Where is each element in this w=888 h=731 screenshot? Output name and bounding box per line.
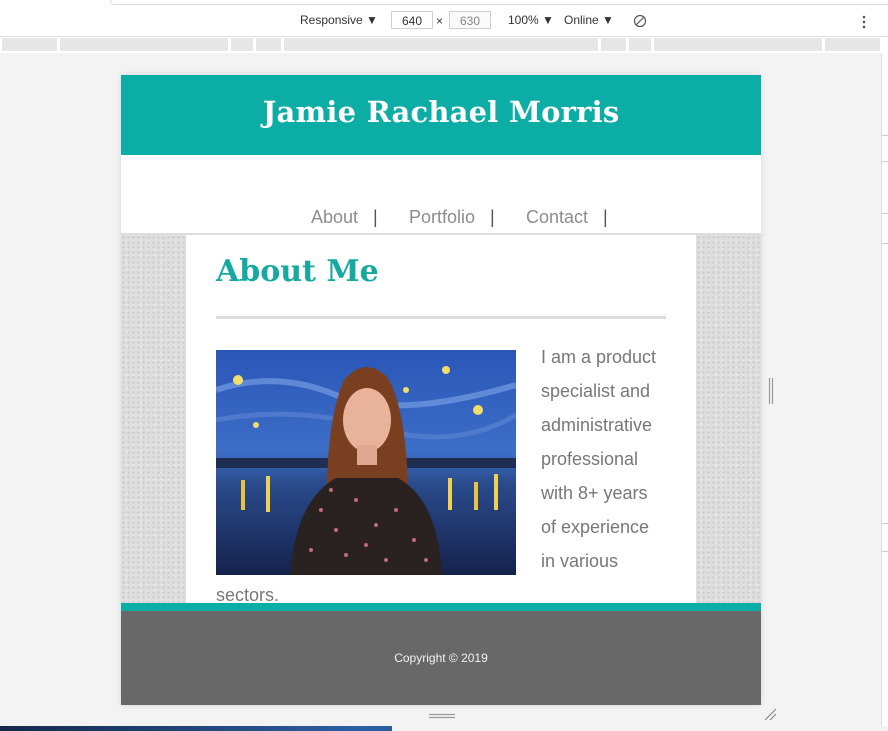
bio-line: specialist and [541,381,651,401]
height-resize-handle[interactable] [429,713,455,719]
bio-line: in various [541,551,619,571]
site-footer: Copyright © 2019 [121,611,761,705]
nav-separator: | [603,207,608,227]
nav-link-about[interactable]: About [311,207,358,228]
heading-divider [216,316,666,319]
site-header: Jamie Rachael Morris [121,75,761,155]
site-nav: About | Portfolio | Contact | [121,155,761,235]
devtools-panel-edge [881,53,888,731]
bio-line: professional [541,449,639,469]
rotate-icon[interactable] [633,14,647,28]
bio-line: sectors. [216,585,280,605]
network-throttle-select[interactable]: Online ▼ [564,13,614,27]
left-texture-panel [121,235,186,605]
nav-link-contact[interactable]: Contact [526,207,588,228]
device-select[interactable]: Responsive ▼ [300,13,378,27]
bio-line: with 8+ years [541,483,648,503]
bio-line: I am a product [541,347,657,367]
about-heading: About Me [216,254,379,289]
about-content: About Me I am a product specialist and a… [186,235,696,605]
bio-line: administrative [541,415,653,435]
taskbar-gap [392,726,888,731]
site-title: Jamie Rachael Morris [262,95,620,129]
bio-line: of experience [541,517,650,537]
right-texture-panel [696,235,761,605]
nav-separator: | [373,207,378,227]
footer-accent-bar [121,603,761,611]
profile-photo [216,350,516,575]
dimension-times-label: × [436,14,444,28]
nav-link-portfolio[interactable]: Portfolio [409,207,475,228]
nav-separator: | [490,207,495,227]
device-viewport: Jamie Rachael Morris About | Portfolio |… [121,75,761,705]
corner-resize-icon[interactable] [764,708,777,721]
device-toolbar: Responsive ▼ 640 × 630 100% ▼ Online ▼ [0,6,888,37]
width-resize-handle[interactable] [768,378,774,404]
zoom-select[interactable]: 100% ▼ [508,13,554,27]
copyright-text: Copyright © 2019 [394,651,488,665]
more-options-icon[interactable] [858,15,870,29]
height-input[interactable]: 630 [449,11,491,29]
media-query-bar[interactable] [0,37,888,53]
width-input[interactable]: 640 [391,11,433,29]
